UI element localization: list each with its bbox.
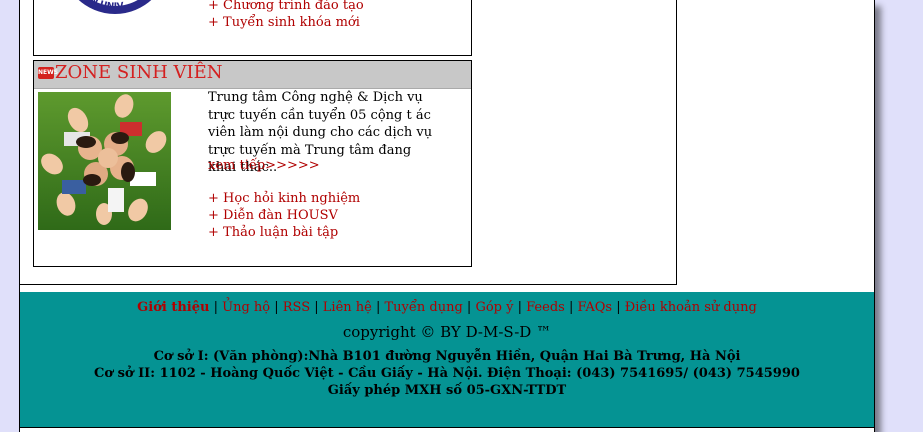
program-link-1[interactable]: + Tuyển sinh khóa mới (208, 14, 364, 31)
read-more-link[interactable]: xem tiếp>>>>> (208, 158, 320, 173)
footer-link-feeds[interactable]: Feeds (526, 300, 565, 315)
footer-link-lien-he[interactable]: Liên hệ (323, 300, 372, 315)
main-content: OPEN UNIV + Chương trình đào tạo + Tuyển… (20, 0, 677, 285)
footer: Giới thiệu | Ủng hộ | RSS | Liên hệ | Tu… (20, 292, 874, 428)
address-1: Cơ sở I: (Văn phòng):Nhà B101 đường Nguy… (153, 349, 741, 364)
footer-link-dieu-khoan[interactable]: Điều khoản sử dụng (625, 300, 757, 315)
program-link-0[interactable]: + Chương trình đào tạo (208, 0, 364, 14)
zone-links: + Học hỏi kinh nghiệm + Diễn đàn HOUSV +… (208, 190, 360, 241)
zone-sinh-vien-box: NEWS ZONE SINH VIÊN Trung tâm Công nghệ … (33, 60, 472, 267)
university-logo: OPEN UNIV (60, 0, 170, 16)
copyright: copyright © BY D-M-S-D ™ (342, 323, 552, 341)
footer-link-ung-ho[interactable]: Ủng hộ (222, 300, 270, 315)
address-2: Cơ sở II: 1102 - Hoàng Quốc Việt - Cầu G… (94, 366, 800, 381)
programs-box: OPEN UNIV + Chương trình đào tạo + Tuyển… (33, 0, 472, 56)
page-container: OPEN UNIV + Chương trình đào tạo + Tuyển… (19, 0, 875, 432)
footer-link-tuyen-dung[interactable]: Tuyển dụng (385, 300, 463, 315)
programs-links: + Chương trình đào tạo + Tuyển sinh khóa… (208, 0, 364, 31)
footer-link-gioi-thieu[interactable]: Giới thiệu (137, 300, 209, 315)
footer-link-rss[interactable]: RSS (283, 300, 310, 315)
contact-info: Cơ sở I: (Văn phòng):Nhà B101 đường Nguy… (20, 348, 874, 399)
license: Giấy phép MXH số 05-GXN-TTDT (327, 383, 567, 398)
zone-title[interactable]: ZONE SINH VIÊN (55, 62, 222, 83)
footer-link-gop-y[interactable]: Góp ý (475, 300, 513, 315)
news-icon: NEWS (38, 67, 58, 79)
footer-link-faqs[interactable]: FAQs (577, 300, 612, 315)
footer-nav: Giới thiệu | Ủng hộ | RSS | Liên hệ | Tu… (137, 300, 757, 315)
zone-link-2[interactable]: + Thảo luận bài tập (208, 224, 360, 241)
zone-header: NEWS ZONE SINH VIÊN (34, 61, 471, 89)
zone-link-0[interactable]: + Học hỏi kinh nghiệm (208, 190, 360, 207)
zone-link-1[interactable]: + Diễn đàn HOUSV (208, 207, 360, 224)
students-photo[interactable] (38, 92, 171, 230)
